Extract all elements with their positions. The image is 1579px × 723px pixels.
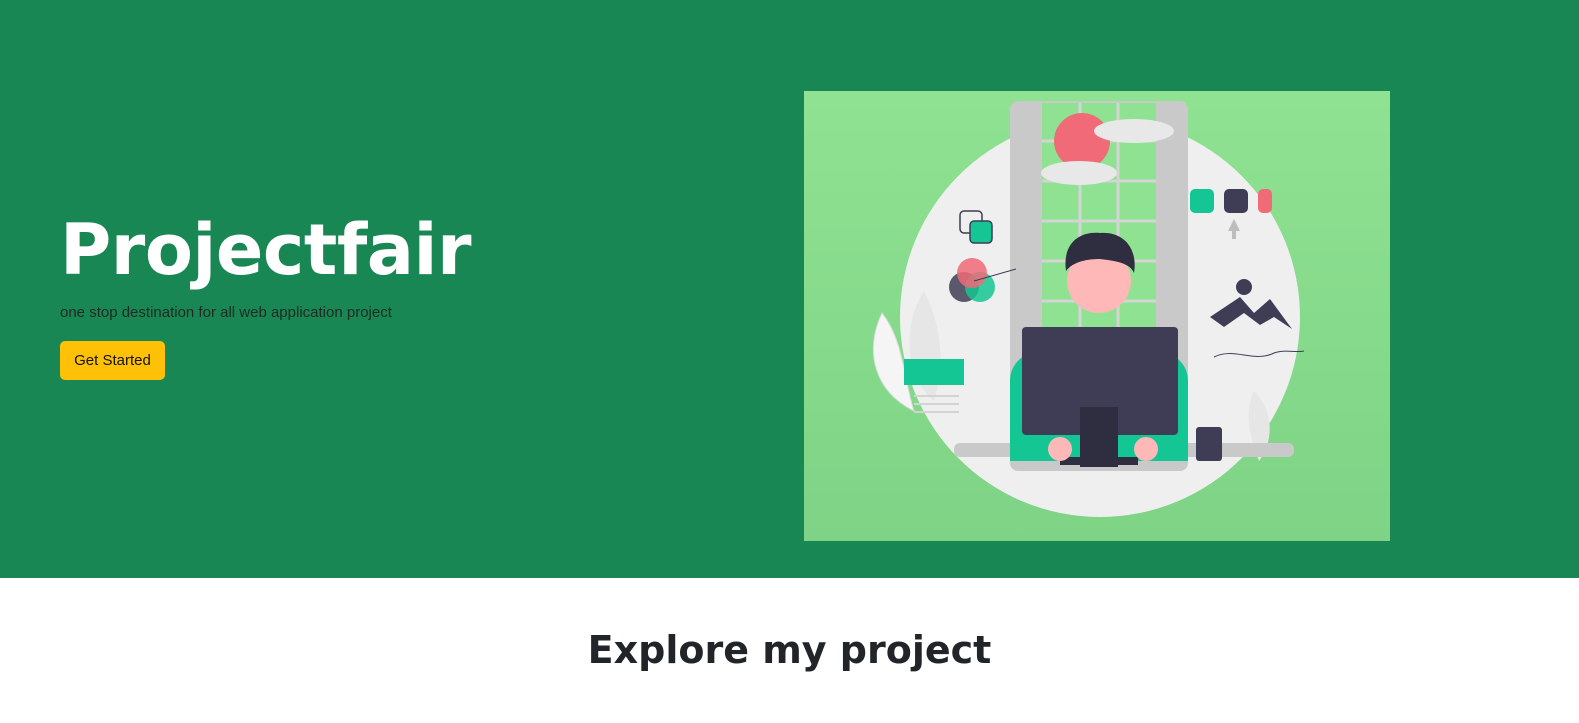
section-heading-projects: Explore my project xyxy=(587,628,992,672)
hero-section: Projectfair one stop destination for all… xyxy=(0,0,1579,578)
get-started-button[interactable]: Get Started xyxy=(60,341,165,380)
hero-subtitle: one stop destination for all web applica… xyxy=(60,304,392,321)
page-title: Projectfair xyxy=(60,209,472,291)
developer-illustration xyxy=(804,91,1390,541)
